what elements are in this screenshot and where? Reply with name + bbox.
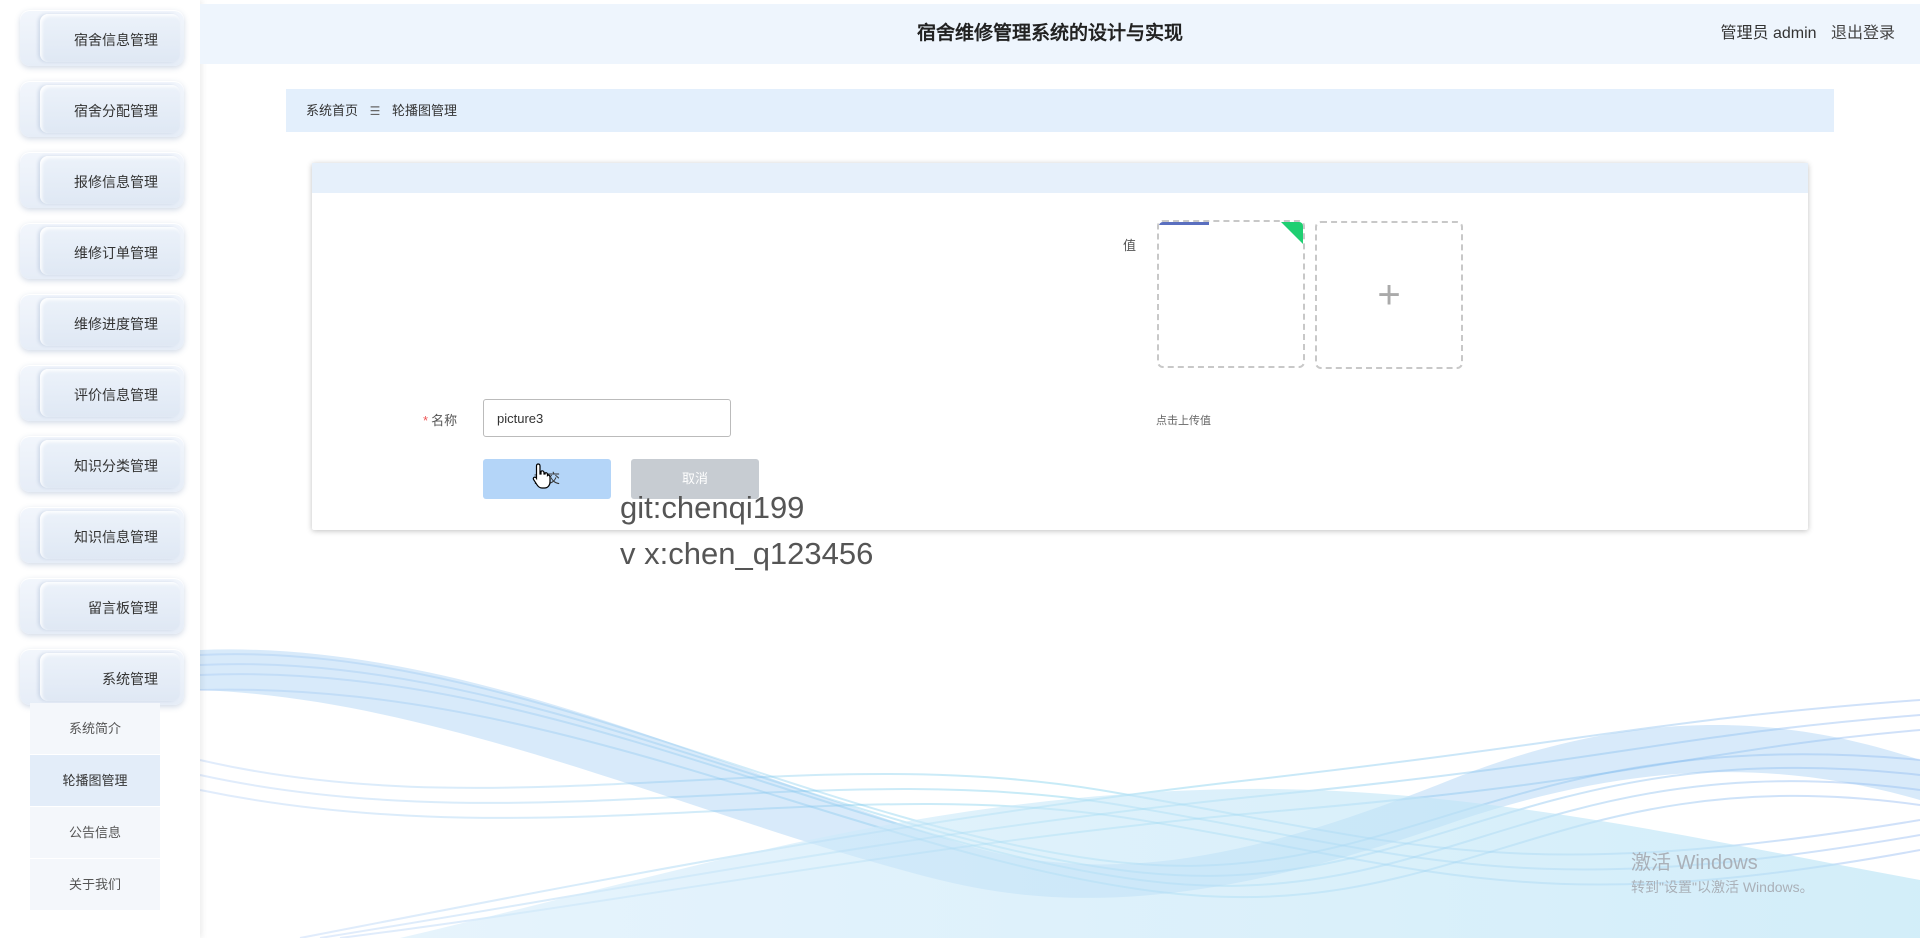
breadcrumb: 系统首页 ☰ 轮播图管理 (286, 89, 1834, 132)
sidebar-item-system[interactable]: 系统管理 (20, 649, 184, 705)
form-card-header (312, 163, 1808, 193)
sidebar-item-label: 宿舍分配管理 (74, 103, 158, 119)
top-header: 宿舍维修管理系统的设计与实现 管理员 admin 退出登录 (200, 4, 1920, 64)
header-user-area: 管理员 admin 退出登录 (1721, 4, 1896, 64)
name-label: * 名称 (423, 410, 457, 429)
upload-success-badge-icon (1279, 222, 1303, 246)
sidebar-item-label: 维修订单管理 (74, 245, 158, 261)
sidebar: 宿舍信息管理 宿舍分配管理 报修信息管理 维修订单管理 维修进度管理 评价信息管… (0, 0, 200, 938)
sidebar-item-dorm-info[interactable]: 宿舍信息管理 (20, 10, 184, 66)
app-title: 宿舍维修管理系统的设计与实现 (916, 23, 1183, 44)
windows-activation-hint: 转到"设置"以激活 Windows。 (1631, 879, 1814, 895)
breadcrumb-current: 轮播图管理 (392, 103, 458, 118)
hand-cursor-icon (532, 463, 551, 489)
user-label: 管理员 admin (1720, 25, 1817, 42)
breadcrumb-home[interactable]: 系统首页 (306, 103, 358, 118)
watermark-contact: v x:chen_q123456 (620, 536, 874, 571)
sidebar-item-repair-orders[interactable]: 维修订单管理 (20, 223, 184, 279)
sidebar-item-message-board[interactable]: 留言板管理 (20, 578, 184, 634)
sidebar-item-label: 维修进度管理 (74, 316, 158, 332)
upload-hint: 点击上传值 (1156, 415, 1211, 427)
windows-activation-notice: 激活 Windows 转到"设置"以激活 Windows。 (1631, 846, 1814, 897)
value-label: 值 (1123, 238, 1137, 253)
sidebar-item-label: 系统管理 (102, 671, 158, 687)
image-upload-button[interactable]: + (1315, 221, 1463, 369)
logout-link[interactable]: 退出登录 (1831, 25, 1895, 42)
windows-activation-title: 激活 Windows (1631, 852, 1758, 874)
required-mark: * (423, 413, 429, 428)
thumbnail-progress-bar (1159, 222, 1209, 225)
sidebar-item-evaluation[interactable]: 评价信息管理 (20, 365, 184, 421)
name-input[interactable] (483, 399, 731, 437)
sidebar-item-label: 知识分类管理 (74, 458, 158, 474)
sidebar-item-label: 报修信息管理 (74, 174, 158, 190)
submenu-item-about[interactable]: 关于我们 (30, 859, 160, 911)
sidebar-item-label: 知识信息管理 (74, 529, 158, 545)
sidebar-item-label: 评价信息管理 (74, 387, 158, 403)
sidebar-item-repair-info[interactable]: 报修信息管理 (20, 152, 184, 208)
watermark-git: git:chenqi199 (620, 490, 805, 525)
plus-icon: + (1377, 273, 1401, 317)
sidebar-item-knowledge-category[interactable]: 知识分类管理 (20, 436, 184, 492)
sidebar-item-dorm-allocation[interactable]: 宿舍分配管理 (20, 81, 184, 137)
name-label-text: 名称 (431, 413, 458, 428)
uploaded-image-thumbnail[interactable] (1157, 220, 1305, 368)
sidebar-item-repair-progress[interactable]: 维修进度管理 (20, 294, 184, 350)
sidebar-item-knowledge-info[interactable]: 知识信息管理 (20, 507, 184, 563)
system-submenu: 系统简介 轮播图管理 公告信息 关于我们 (30, 703, 160, 911)
breadcrumb-separator-icon: ☰ (369, 104, 381, 118)
submenu-item-intro[interactable]: 系统简介 (30, 703, 160, 755)
sidebar-item-label: 留言板管理 (88, 600, 158, 616)
submenu-item-notice[interactable]: 公告信息 (30, 807, 160, 859)
submenu-item-carousel[interactable]: 轮播图管理 (30, 755, 160, 807)
sidebar-item-label: 宿舍信息管理 (74, 32, 158, 48)
